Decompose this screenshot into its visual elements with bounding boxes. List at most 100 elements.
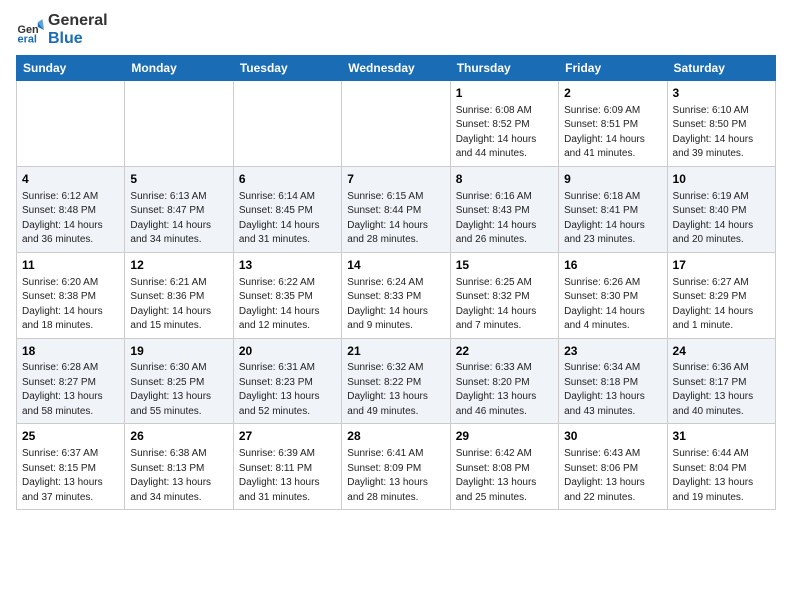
day-number: 3	[673, 85, 770, 102]
cell-details: Sunrise: 6:28 AM Sunset: 8:27 PM Dayligh…	[22, 361, 119, 419]
calendar-cell: 26 Sunrise: 6:38 AM Sunset: 8:13 PM Dayli…	[125, 424, 233, 510]
day-number: 9	[564, 171, 661, 188]
day-number: 26	[130, 428, 227, 445]
calendar-cell: 11 Sunrise: 6:20 AM Sunset: 8:38 PM Dayli…	[17, 252, 125, 338]
day-number: 28	[347, 428, 444, 445]
calendar-cell: 13 Sunrise: 6:22 AM Sunset: 8:35 PM Dayli…	[233, 252, 341, 338]
logo-line2: Blue	[48, 30, 108, 48]
day-number: 4	[22, 171, 119, 188]
calendar-cell: 19Sunrise: 6:30 AM Sunset: 8:25 PM Dayli…	[125, 338, 233, 424]
day-number: 5	[130, 171, 227, 188]
cell-details: Sunrise: 6:22 AM Sunset: 8:35 PM Dayligh…	[239, 276, 336, 334]
cell-details: Sunrise: 6:10 AM Sunset: 8:50 PM Dayligh…	[673, 104, 770, 162]
cell-details: Sunrise: 6:34 AM Sunset: 8:18 PM Dayligh…	[564, 361, 661, 419]
calendar-cell	[17, 81, 125, 167]
calendar-cell: 16Sunrise: 6:26 AM Sunset: 8:30 PM Dayli…	[559, 252, 667, 338]
calendar-cell: 14 Sunrise: 6:24 AM Sunset: 8:33 PM Dayli…	[342, 252, 450, 338]
day-number: 8	[456, 171, 553, 188]
cell-details: Sunrise: 6:13 AM Sunset: 8:47 PM Dayligh…	[130, 190, 227, 248]
calendar-cell	[125, 81, 233, 167]
cell-details: Sunrise: 6:16 AM Sunset: 8:43 PM Dayligh…	[456, 190, 553, 248]
logo-line1: General	[48, 12, 108, 30]
calendar-week-row: 18Sunrise: 6:28 AM Sunset: 8:27 PM Dayli…	[17, 338, 776, 424]
calendar-cell: 28 Sunrise: 6:41 AM Sunset: 8:09 PM Dayli…	[342, 424, 450, 510]
day-number: 2	[564, 85, 661, 102]
header-wednesday: Wednesday	[342, 56, 450, 81]
day-number: 24	[673, 343, 770, 360]
calendar-cell: 27Sunrise: 6:39 AM Sunset: 8:11 PM Dayli…	[233, 424, 341, 510]
cell-details: Sunrise: 6:32 AM Sunset: 8:22 PM Dayligh…	[347, 361, 444, 419]
header-friday: Friday	[559, 56, 667, 81]
calendar-header-row: SundayMondayTuesdayWednesdayThursdayFrid…	[17, 56, 776, 81]
cell-details: Sunrise: 6:20 AM Sunset: 8:38 PM Dayligh…	[22, 276, 119, 334]
cell-details: Sunrise: 6:41 AM Sunset: 8:09 PM Dayligh…	[347, 447, 444, 505]
calendar-week-row: 1 Sunrise: 6:08 AM Sunset: 8:52 PM Daylig…	[17, 81, 776, 167]
cell-details: Sunrise: 6:08 AM Sunset: 8:52 PM Dayligh…	[456, 104, 553, 162]
calendar-cell	[342, 81, 450, 167]
cell-details: Sunrise: 6:21 AM Sunset: 8:36 PM Dayligh…	[130, 276, 227, 334]
day-number: 11	[22, 257, 119, 274]
day-number: 14	[347, 257, 444, 274]
calendar-cell: 25 Sunrise: 6:37 AM Sunset: 8:15 PM Dayli…	[17, 424, 125, 510]
calendar-week-row: 25 Sunrise: 6:37 AM Sunset: 8:15 PM Dayli…	[17, 424, 776, 510]
cell-details: Sunrise: 6:31 AM Sunset: 8:23 PM Dayligh…	[239, 361, 336, 419]
day-number: 25	[22, 428, 119, 445]
day-number: 7	[347, 171, 444, 188]
calendar-week-row: 11 Sunrise: 6:20 AM Sunset: 8:38 PM Dayli…	[17, 252, 776, 338]
header-saturday: Saturday	[667, 56, 775, 81]
calendar-cell: 10 Sunrise: 6:19 AM Sunset: 8:40 PM Dayli…	[667, 166, 775, 252]
cell-details: Sunrise: 6:09 AM Sunset: 8:51 PM Dayligh…	[564, 104, 661, 162]
day-number: 20	[239, 343, 336, 360]
day-number: 31	[673, 428, 770, 445]
calendar-cell: 5 Sunrise: 6:13 AM Sunset: 8:47 PM Daylig…	[125, 166, 233, 252]
cell-details: Sunrise: 6:27 AM Sunset: 8:29 PM Dayligh…	[673, 276, 770, 334]
calendar-cell: 17 Sunrise: 6:27 AM Sunset: 8:29 PM Dayli…	[667, 252, 775, 338]
day-number: 27	[239, 428, 336, 445]
cell-details: Sunrise: 6:43 AM Sunset: 8:06 PM Dayligh…	[564, 447, 661, 505]
cell-details: Sunrise: 6:36 AM Sunset: 8:17 PM Dayligh…	[673, 361, 770, 419]
day-number: 22	[456, 343, 553, 360]
cell-details: Sunrise: 6:44 AM Sunset: 8:04 PM Dayligh…	[673, 447, 770, 505]
cell-details: Sunrise: 6:18 AM Sunset: 8:41 PM Dayligh…	[564, 190, 661, 248]
calendar-cell	[233, 81, 341, 167]
cell-details: Sunrise: 6:37 AM Sunset: 8:15 PM Dayligh…	[22, 447, 119, 505]
calendar-cell: 6Sunrise: 6:14 AM Sunset: 8:45 PM Daylig…	[233, 166, 341, 252]
cell-details: Sunrise: 6:19 AM Sunset: 8:40 PM Dayligh…	[673, 190, 770, 248]
day-number: 13	[239, 257, 336, 274]
cell-details: Sunrise: 6:33 AM Sunset: 8:20 PM Dayligh…	[456, 361, 553, 419]
header-sunday: Sunday	[17, 56, 125, 81]
calendar-cell: 20Sunrise: 6:31 AM Sunset: 8:23 PM Dayli…	[233, 338, 341, 424]
cell-details: Sunrise: 6:25 AM Sunset: 8:32 PM Dayligh…	[456, 276, 553, 334]
day-number: 15	[456, 257, 553, 274]
calendar-cell: 15 Sunrise: 6:25 AM Sunset: 8:32 PM Dayli…	[450, 252, 558, 338]
calendar-cell: 2 Sunrise: 6:09 AM Sunset: 8:51 PM Daylig…	[559, 81, 667, 167]
calendar-cell: 29Sunrise: 6:42 AM Sunset: 8:08 PM Dayli…	[450, 424, 558, 510]
day-number: 30	[564, 428, 661, 445]
cell-details: Sunrise: 6:24 AM Sunset: 8:33 PM Dayligh…	[347, 276, 444, 334]
calendar-cell: 7 Sunrise: 6:15 AM Sunset: 8:44 PM Daylig…	[342, 166, 450, 252]
calendar-cell: 4 Sunrise: 6:12 AM Sunset: 8:48 PM Daylig…	[17, 166, 125, 252]
calendar-cell: 22Sunrise: 6:33 AM Sunset: 8:20 PM Dayli…	[450, 338, 558, 424]
day-number: 23	[564, 343, 661, 360]
calendar-table: SundayMondayTuesdayWednesdayThursdayFrid…	[16, 55, 776, 510]
calendar-cell: 24Sunrise: 6:36 AM Sunset: 8:17 PM Dayli…	[667, 338, 775, 424]
cell-details: Sunrise: 6:42 AM Sunset: 8:08 PM Dayligh…	[456, 447, 553, 505]
cell-details: Sunrise: 6:15 AM Sunset: 8:44 PM Dayligh…	[347, 190, 444, 248]
header-monday: Monday	[125, 56, 233, 81]
calendar-cell: 3 Sunrise: 6:10 AM Sunset: 8:50 PM Daylig…	[667, 81, 775, 167]
cell-details: Sunrise: 6:26 AM Sunset: 8:30 PM Dayligh…	[564, 276, 661, 334]
cell-details: Sunrise: 6:12 AM Sunset: 8:48 PM Dayligh…	[22, 190, 119, 248]
cell-details: Sunrise: 6:14 AM Sunset: 8:45 PM Dayligh…	[239, 190, 336, 248]
calendar-cell: 31 Sunrise: 6:44 AM Sunset: 8:04 PM Dayli…	[667, 424, 775, 510]
day-number: 12	[130, 257, 227, 274]
calendar-cell: 12 Sunrise: 6:21 AM Sunset: 8:36 PM Dayli…	[125, 252, 233, 338]
day-number: 10	[673, 171, 770, 188]
day-number: 17	[673, 257, 770, 274]
day-number: 21	[347, 343, 444, 360]
svg-text:eral: eral	[18, 33, 37, 44]
calendar-cell: 18Sunrise: 6:28 AM Sunset: 8:27 PM Dayli…	[17, 338, 125, 424]
day-number: 19	[130, 343, 227, 360]
logo-icon: Gen eral	[16, 16, 44, 44]
day-number: 1	[456, 85, 553, 102]
cell-details: Sunrise: 6:38 AM Sunset: 8:13 PM Dayligh…	[130, 447, 227, 505]
